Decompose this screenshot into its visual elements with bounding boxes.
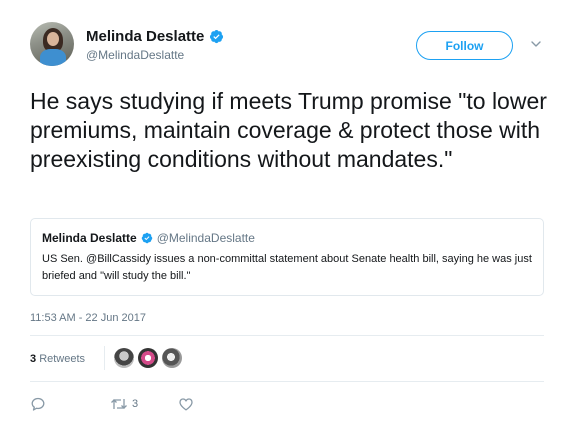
divider bbox=[30, 381, 544, 382]
retweet-button[interactable]: 3 bbox=[110, 396, 138, 412]
verified-badge-icon bbox=[141, 232, 152, 244]
author-name-row[interactable]: Melinda Deslatte bbox=[86, 26, 224, 46]
quoted-tweet[interactable]: Melinda Deslatte @MelindaDeslatte US Sen… bbox=[30, 218, 544, 296]
author-avatar[interactable] bbox=[30, 22, 74, 66]
retweet-icon bbox=[111, 399, 127, 409]
quoted-tweet-text: US Sen. @BillCassidy issues a non-commit… bbox=[42, 253, 532, 282]
tweet-timestamp[interactable]: 11:53 AM - 22 Jun 2017 bbox=[30, 312, 146, 324]
tweet-text: He says studying if meets Trump promise … bbox=[30, 88, 547, 172]
retweet-count: 3 bbox=[30, 353, 37, 365]
retweeter-avatars bbox=[114, 348, 186, 368]
quoted-author-handle: @MelindaDeslatte bbox=[156, 231, 255, 245]
tweet-actions: 3 bbox=[30, 396, 330, 414]
quoted-tweet-header: Melinda Deslatte @MelindaDeslatte bbox=[42, 231, 255, 245]
like-button[interactable] bbox=[178, 396, 194, 412]
tweet-card: Melinda Deslatte @MelindaDeslatte Follow… bbox=[0, 0, 572, 428]
author-handle[interactable]: @MelindaDeslatte bbox=[86, 48, 184, 62]
divider bbox=[104, 346, 105, 370]
reply-icon bbox=[31, 397, 45, 411]
follow-button[interactable]: Follow bbox=[416, 31, 513, 60]
retweet-stats[interactable]: 3 Retweets bbox=[30, 353, 85, 365]
retweeter-avatar[interactable] bbox=[162, 348, 182, 368]
retweet-label: Retweets bbox=[39, 353, 86, 365]
chevron-down-icon[interactable] bbox=[530, 38, 542, 50]
retweet-action-count: 3 bbox=[132, 398, 139, 410]
retweeter-avatar[interactable] bbox=[138, 348, 158, 368]
retweeter-avatar[interactable] bbox=[114, 348, 134, 368]
reply-button[interactable] bbox=[30, 396, 46, 412]
heart-icon bbox=[179, 398, 193, 411]
verified-badge-icon bbox=[210, 29, 224, 43]
quoted-author-name: Melinda Deslatte bbox=[42, 231, 137, 245]
author-display-name[interactable]: Melinda Deslatte bbox=[86, 28, 204, 45]
divider bbox=[30, 335, 544, 336]
